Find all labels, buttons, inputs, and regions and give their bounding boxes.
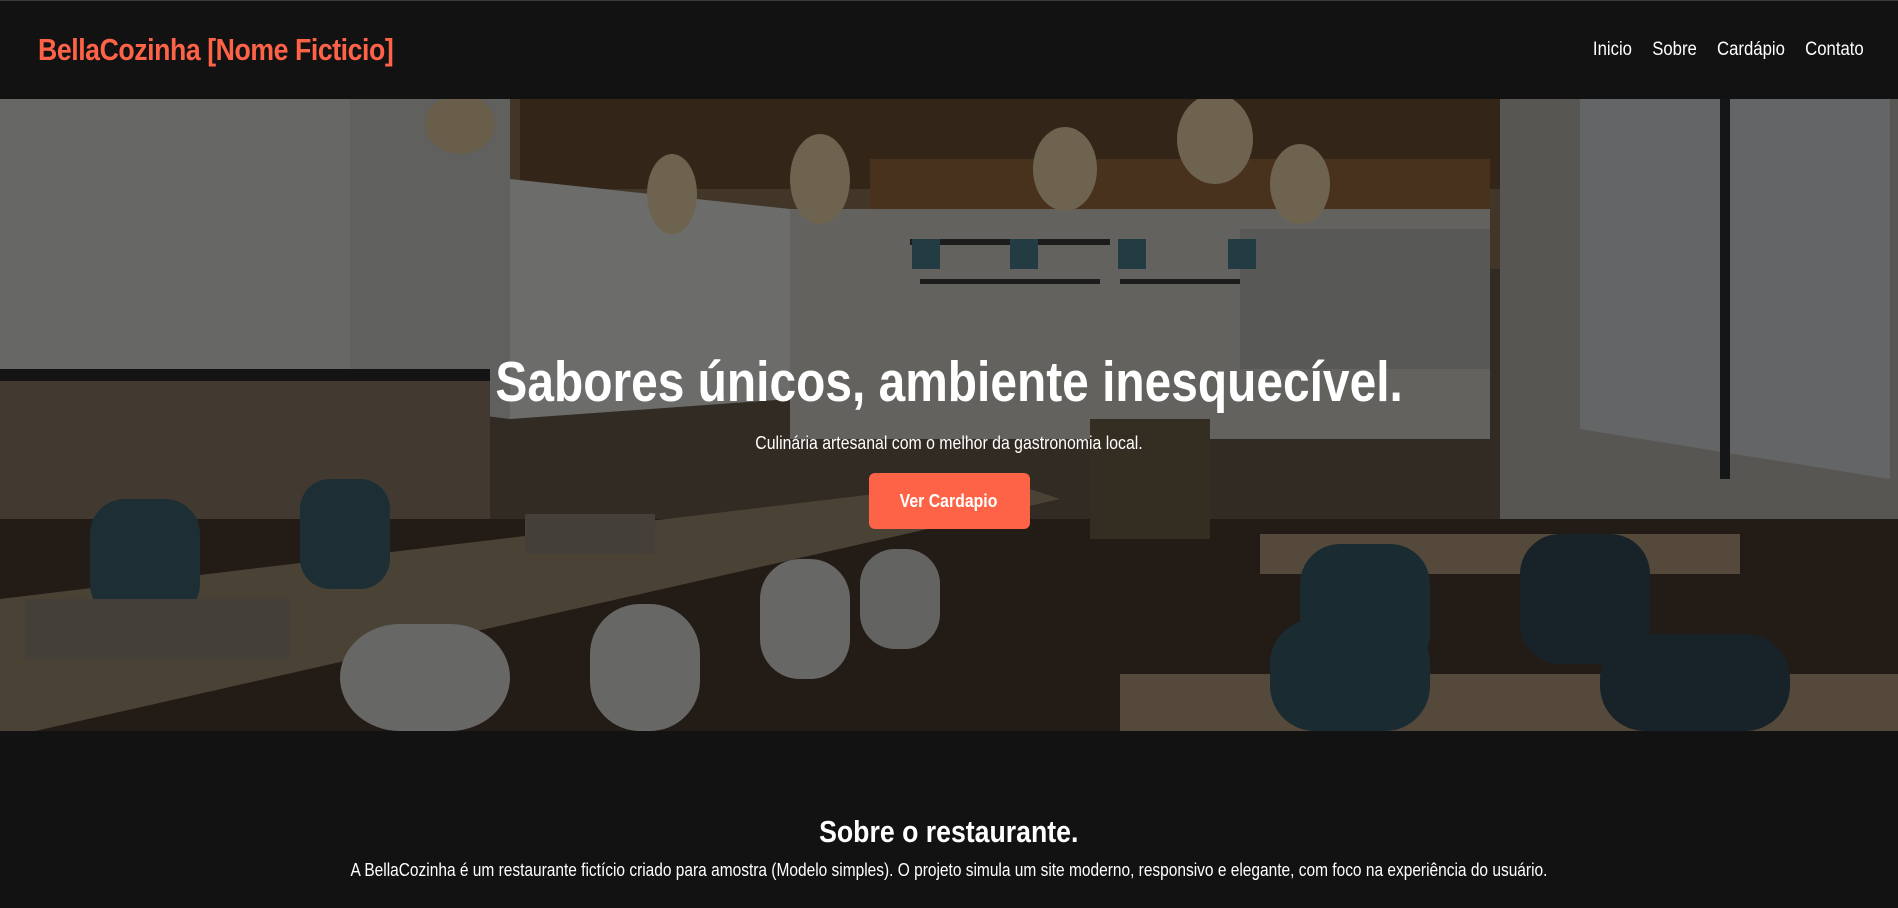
about-text: A BellaCozinha é um restaurante fictício… (350, 860, 1548, 880)
nav-link-contato[interactable]: Contato (1805, 39, 1864, 61)
nav-link-cardapio[interactable]: Cardápio (1717, 39, 1785, 61)
hero-subtitle: Culinária artesanal com o melhor da gast… (755, 433, 1143, 453)
hero-content: Sabores únicos, ambiente inesquecível. C… (0, 349, 1898, 529)
hero-section: Sabores únicos, ambiente inesquecível. C… (0, 99, 1898, 731)
about-title: Sobre o restaurante. (819, 814, 1079, 849)
nav-link-inicio[interactable]: Inicio (1593, 39, 1632, 61)
ver-cardapio-button[interactable]: Ver Cardapio (868, 473, 1030, 529)
navbar: BellaCozinha [Nome Ficticio] Inicio Sobr… (0, 0, 1898, 99)
ver-cardapio-label: Ver Cardapio (900, 491, 998, 511)
nav-link-sobre[interactable]: Sobre (1652, 39, 1697, 61)
about-section: Sobre o restaurante. A BellaCozinha é um… (0, 731, 1898, 908)
hero-title: Sabores únicos, ambiente inesquecível. (495, 350, 1403, 414)
brand-logo[interactable]: BellaCozinha [Nome Ficticio] (38, 32, 394, 68)
nav-menu: Inicio Sobre Cardápio Contato (1593, 39, 1864, 61)
